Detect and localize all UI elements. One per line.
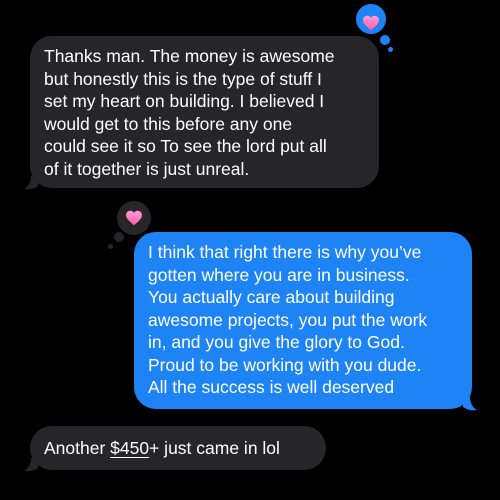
outgoing-message-bubble[interactable]: I think that right there is why you’ve g… bbox=[134, 232, 472, 409]
message-thread: Thanks man. The money is awesome but hon… bbox=[0, 0, 500, 500]
reaction-tail-dot bbox=[114, 232, 124, 242]
money-amount-link[interactable]: $450 bbox=[110, 438, 149, 458]
reaction-bubble[interactable] bbox=[117, 201, 151, 235]
reaction-tail-dot bbox=[380, 35, 390, 45]
bubble-tail bbox=[24, 176, 38, 190]
bubble-tail bbox=[463, 397, 477, 411]
reaction-tail-dot bbox=[388, 47, 393, 52]
reaction-bubble[interactable] bbox=[356, 4, 386, 34]
message-text: I think that right there is why you’ve g… bbox=[148, 242, 428, 397]
message-text: Another bbox=[44, 438, 111, 458]
incoming-message-bubble[interactable]: Another $450+ just came in lol bbox=[30, 426, 326, 470]
heart-icon bbox=[363, 15, 379, 31]
message-text: + just came in lol bbox=[149, 438, 280, 458]
message-text: Thanks man. The money is awesome but hon… bbox=[44, 46, 335, 179]
reaction-tail-dot bbox=[108, 244, 113, 249]
bubble-tail bbox=[24, 458, 38, 472]
heart-icon bbox=[126, 210, 142, 226]
incoming-message-bubble[interactable]: Thanks man. The money is awesome but hon… bbox=[30, 36, 379, 188]
